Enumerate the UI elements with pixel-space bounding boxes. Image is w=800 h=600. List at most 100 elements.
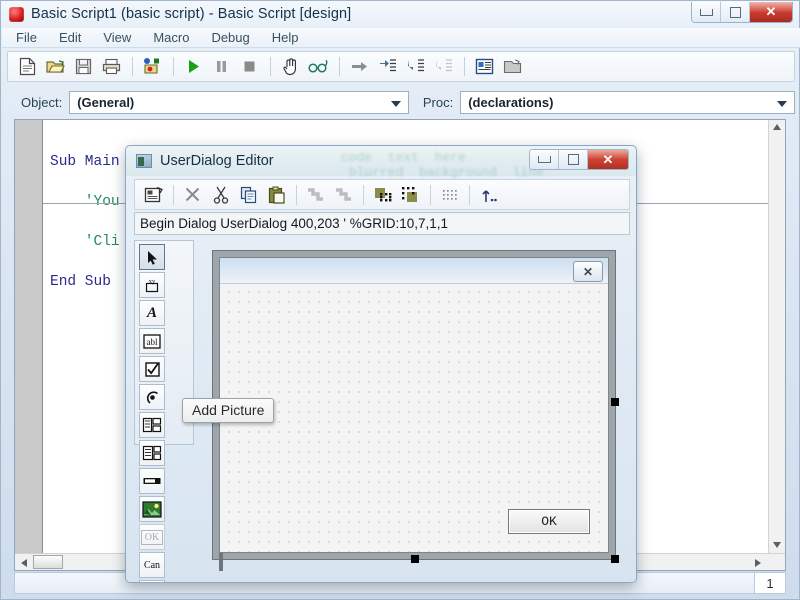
properties-icon[interactable]: [140, 182, 167, 208]
textbox-tool[interactable]: abl: [139, 328, 165, 354]
toolbar-separator-5: [464, 57, 465, 76]
userdialog-maximize-button[interactable]: [559, 150, 588, 169]
userdialog-editor-title: UserDialog Editor: [160, 153, 274, 169]
object-proc-bar: Object: (General) Proc: (declarations): [7, 89, 795, 116]
cut-icon[interactable]: [207, 182, 234, 208]
scroll-left-icon[interactable]: [21, 559, 27, 567]
svg-text:abl: abl: [147, 337, 158, 347]
compile-icon[interactable]: [139, 54, 165, 79]
chevron-down-icon-2: [777, 100, 787, 107]
stop-icon[interactable]: [236, 54, 262, 79]
step-into-icon[interactable]: [374, 54, 400, 79]
dialog-preview[interactable]: ✕ OK: [219, 257, 609, 553]
dialog-close-button[interactable]: ✕: [573, 261, 603, 282]
text-tool-glyph: A: [146, 304, 157, 321]
background-code-bleed: code text here blurred background line: [341, 150, 544, 180]
step-out-icon: [430, 54, 456, 79]
userdialog-window-controls[interactable]: ✕: [529, 149, 629, 170]
userdialog-minimize-button[interactable]: [530, 150, 559, 169]
picture-tool[interactable]: [139, 496, 165, 522]
new-file-icon[interactable]: [14, 54, 40, 79]
dialog-caption-bar: ✕: [220, 258, 608, 284]
editor-vertical-scrollbar[interactable]: [768, 120, 785, 570]
pause-icon[interactable]: [208, 54, 234, 79]
print-icon[interactable]: [98, 54, 124, 79]
pointer-tool[interactable]: [139, 244, 165, 270]
ude-separator-3: [363, 184, 364, 205]
menu-file[interactable]: File: [16, 30, 37, 45]
dialog-editor-icon[interactable]: [471, 54, 497, 79]
editor-gutter: [15, 120, 43, 570]
okbutton-tool[interactable]: OK: [139, 524, 165, 550]
ude-separator-4: [430, 184, 431, 205]
listbox-tool[interactable]: [139, 412, 165, 438]
reference-icon[interactable]: [499, 54, 525, 79]
resize-handle-bottom[interactable]: [411, 555, 419, 563]
copy-icon[interactable]: [235, 182, 262, 208]
horizontal-scroll-thumb[interactable]: [33, 555, 63, 569]
move-forward-icon: [330, 182, 357, 208]
window-controls[interactable]: ✕: [691, 2, 793, 23]
resize-handle-top-right[interactable]: [221, 552, 223, 571]
menu-edit[interactable]: Edit: [59, 30, 81, 45]
resize-handle-right[interactable]: [611, 398, 619, 406]
chevron-down-icon: [390, 100, 401, 107]
tab-order-icon[interactable]: [475, 182, 502, 208]
object-combobox[interactable]: (General): [69, 91, 409, 114]
close-button[interactable]: ✕: [750, 2, 792, 22]
groupbox-tool[interactable]: [139, 580, 165, 582]
minimize-icon: [699, 8, 713, 16]
userdialog-window-icon: [136, 154, 152, 168]
delete-x-icon[interactable]: [179, 182, 206, 208]
run-icon[interactable]: [180, 54, 206, 79]
paste-icon[interactable]: [263, 182, 290, 208]
step-over-icon[interactable]: [402, 54, 428, 79]
code-line-2: 'You: [50, 194, 120, 210]
toolbar-separator-2: [173, 57, 174, 76]
menu-debug[interactable]: Debug: [211, 30, 249, 45]
ude-separator-2: [296, 184, 297, 205]
okbutton-tool-glyph: OK: [140, 529, 164, 545]
save-icon[interactable]: [70, 54, 96, 79]
menu-view[interactable]: View: [103, 30, 131, 45]
menu-macro[interactable]: Macro: [153, 30, 189, 45]
userdialog-editor-window[interactable]: UserDialog Editor code text here blurred…: [125, 145, 637, 583]
object-combobox-value: (General): [77, 95, 135, 110]
combobox-tool[interactable]: [139, 440, 165, 466]
cancelbutton-tool[interactable]: Can: [139, 552, 165, 578]
minimize-button[interactable]: [692, 2, 721, 22]
scroll-right-icon[interactable]: [755, 559, 761, 567]
add-picture-tooltip: Add Picture: [182, 398, 275, 423]
scroll-down-icon[interactable]: [773, 542, 781, 548]
dialog-ok-button[interactable]: OK: [508, 509, 590, 534]
position-tool[interactable]: xy: [139, 272, 165, 298]
proc-combobox[interactable]: (declarations): [460, 91, 795, 114]
arrow-right-icon[interactable]: [346, 54, 372, 79]
align-left-icon[interactable]: [369, 182, 396, 208]
status-line-number: 1: [754, 573, 785, 593]
align-group-icon[interactable]: [397, 182, 424, 208]
open-folder-icon[interactable]: [42, 54, 68, 79]
resize-handle-bottom-right[interactable]: [611, 555, 619, 563]
menubar: File Edit View Macro Debug Help: [2, 28, 800, 48]
menu-help[interactable]: Help: [272, 30, 299, 45]
hand-icon[interactable]: [277, 54, 303, 79]
main-titlebar: Basic Script1 (basic script) - Basic Scr…: [1, 1, 799, 27]
text-tool[interactable]: A: [139, 300, 165, 326]
window-title: Basic Script1 (basic script) - Basic Scr…: [31, 6, 352, 22]
checkbox-tool[interactable]: [139, 356, 165, 382]
maximize-icon-2: [567, 154, 579, 165]
userdialog-close-button[interactable]: ✕: [588, 150, 628, 169]
maximize-button[interactable]: [721, 2, 750, 22]
object-label: Object:: [21, 95, 63, 110]
code-text: Sub Main 'You 'Cli End Sub: [50, 132, 120, 312]
scroll-up-icon[interactable]: [773, 124, 781, 130]
grid-icon[interactable]: [436, 182, 463, 208]
optionbutton-tool[interactable]: [139, 384, 165, 410]
userdialog-code-field[interactable]: Begin Dialog UserDialog 400,203 ' %GRID:…: [134, 212, 630, 235]
basic-script-icon: [9, 6, 24, 22]
toolbar-separator: [132, 57, 133, 76]
maximize-icon: [729, 6, 741, 18]
droplistbox-tool[interactable]: [139, 468, 165, 494]
glasses-icon[interactable]: [305, 54, 331, 79]
